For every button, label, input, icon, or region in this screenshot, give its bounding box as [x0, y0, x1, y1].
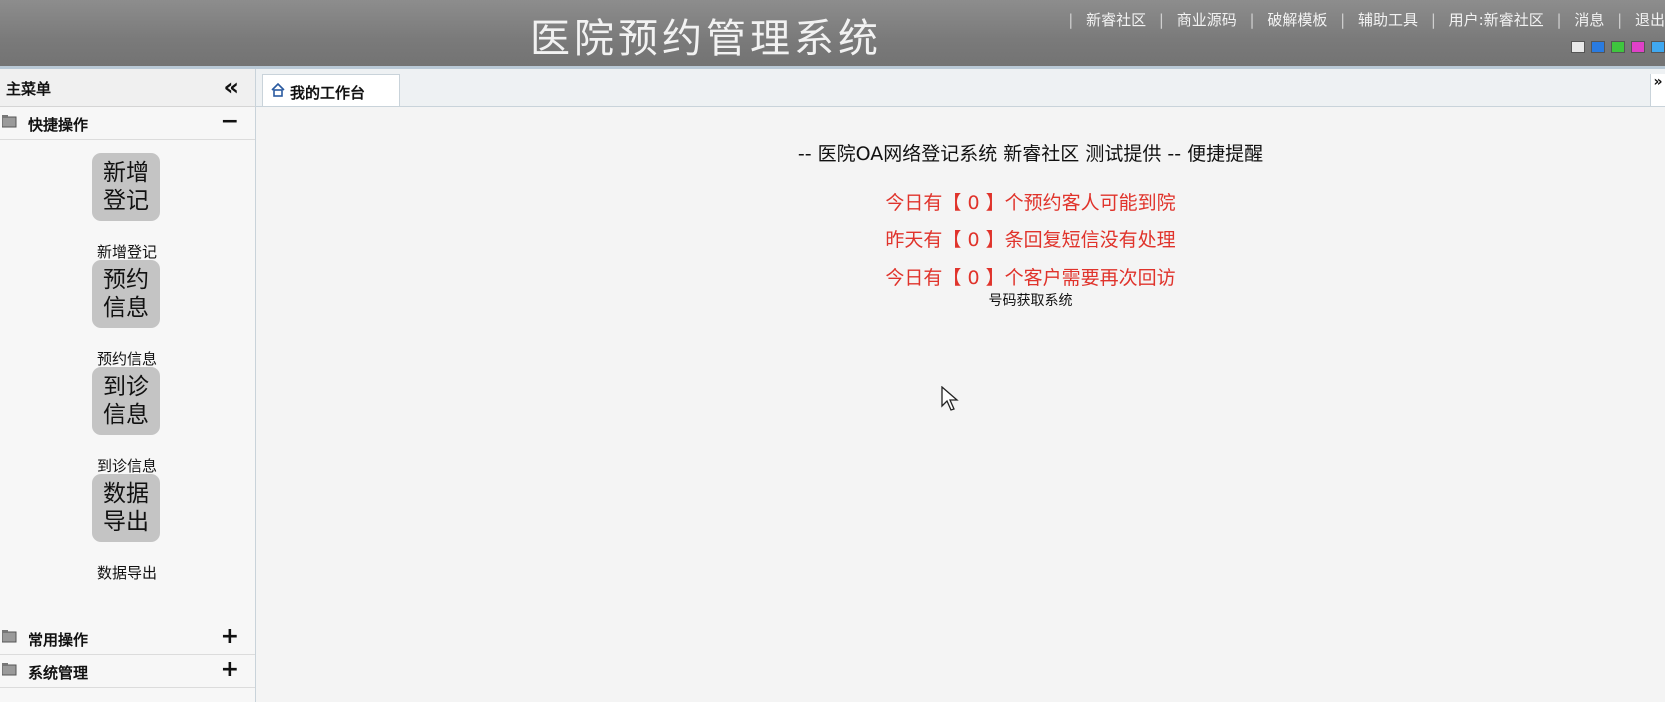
link-separator: |: [1556, 11, 1562, 29]
mouse-pointer-icon: [941, 386, 959, 411]
quick-button-new-registration[interactable]: 新增 登记: [92, 153, 160, 221]
skin-swatch-pink[interactable]: [1631, 41, 1645, 53]
folder-icon: [2, 115, 17, 128]
link-commercial-source[interactable]: 商业源码: [1177, 11, 1237, 29]
link-cracked-templates[interactable]: 破解模板: [1267, 11, 1327, 29]
quick-button-line: 预约: [103, 267, 149, 293]
skin-swatch-gray[interactable]: [1571, 41, 1585, 53]
tab-scroll-right-button[interactable]: »: [1650, 74, 1665, 106]
link-separator: |: [1340, 11, 1346, 29]
group-toggle-icon[interactable]: +: [221, 657, 239, 682]
quick-item-appointment-info[interactable]: 预约 信息 预约信息: [92, 260, 162, 368]
quick-item-caption: 预约信息: [96, 350, 157, 368]
skin-swatch-blue[interactable]: [1591, 41, 1605, 53]
quick-button-line: 信息: [103, 295, 149, 321]
user-info: 用户:新睿社区: [1448, 11, 1544, 29]
link-messages[interactable]: 消息: [1574, 11, 1604, 29]
skin-switcher: [1571, 41, 1665, 55]
sidebar: 主菜单 « 快捷操作 − 新增 登记 新增登记 预约 信息 预约信息 到诊 信息…: [0, 69, 256, 702]
logout-link[interactable]: 退出: [1635, 11, 1665, 29]
group-label: 常用操作: [28, 631, 89, 649]
quick-item-data-export[interactable]: 数据 导出 数据导出: [92, 474, 162, 582]
skin-swatch-lightblue[interactable]: [1651, 41, 1665, 53]
quick-items-panel: 新增 登记 新增登记 预约 信息 预约信息 到诊 信息 到诊信息 数据 导出 数…: [0, 140, 255, 622]
quick-button-line: 登记: [103, 188, 149, 214]
quick-item-caption: 到诊信息: [96, 457, 157, 475]
sidebar-title: 主菜单: [6, 80, 52, 98]
link-tools[interactable]: 辅助工具: [1358, 11, 1418, 29]
quick-button-line: 信息: [103, 402, 149, 428]
quick-button-visit-info[interactable]: 到诊 信息: [92, 367, 160, 435]
group-toggle-icon[interactable]: −: [221, 109, 239, 134]
tab-label: 我的工作台: [290, 84, 366, 102]
quick-button-line: 到诊: [103, 374, 149, 400]
quick-button-line: 新增: [103, 160, 149, 186]
collapse-sidebar-button[interactable]: «: [223, 73, 239, 101]
quick-button-appointment-info[interactable]: 预约 信息: [92, 260, 160, 328]
alert-followup-today[interactable]: 今日有【 0 】个客户需要再次回访: [256, 263, 1665, 290]
quick-item-caption: 新增登记: [96, 243, 157, 261]
tab-bar: 我的工作台 »: [256, 69, 1665, 107]
top-header: 医院预约管理系统 | 新睿社区 | 商业源码 | 破解模板 | 辅助工具 | 用…: [0, 0, 1665, 69]
alert-appointments-today[interactable]: 今日有【 0 】个预约客人可能到院: [256, 188, 1665, 215]
quick-button-line: 导出: [103, 509, 149, 535]
number-retrieval-link[interactable]: 号码获取系统: [256, 290, 1665, 310]
folder-icon: [2, 663, 17, 676]
link-separator: |: [1249, 11, 1255, 29]
main-content: -- 医院OA网络登记系统 新睿社区 测试提供 -- 便捷提醒 今日有【 0 】…: [256, 107, 1665, 702]
app-title: 医院预约管理系统: [530, 16, 882, 62]
quick-button-line: 数据: [103, 481, 149, 507]
link-separator: |: [1430, 11, 1436, 29]
group-system-management[interactable]: 系统管理 +: [0, 655, 255, 688]
quick-item-visit-info[interactable]: 到诊 信息 到诊信息: [92, 367, 162, 475]
group-common-operations[interactable]: 常用操作 +: [0, 622, 255, 655]
group-label: 系统管理: [28, 664, 89, 682]
link-xinrui-community[interactable]: 新睿社区: [1086, 11, 1146, 29]
quick-item-new-registration[interactable]: 新增 登记 新增登记: [92, 153, 162, 261]
alert-unhandled-sms[interactable]: 昨天有【 0 】条回复短信没有处理: [256, 225, 1665, 252]
link-separator: |: [1617, 11, 1623, 29]
quick-item-caption: 数据导出: [96, 564, 157, 582]
tab-my-workbench[interactable]: 我的工作台: [262, 74, 400, 106]
group-quick-operations[interactable]: 快捷操作 −: [0, 107, 255, 140]
quick-button-data-export[interactable]: 数据 导出: [92, 474, 160, 542]
link-separator: |: [1068, 11, 1074, 29]
sidebar-header: 主菜单 «: [0, 69, 255, 107]
skin-swatch-green[interactable]: [1611, 41, 1625, 53]
link-separator: |: [1158, 11, 1164, 29]
folder-icon: [2, 630, 17, 643]
group-toggle-icon[interactable]: +: [221, 624, 239, 649]
group-label: 快捷操作: [28, 116, 89, 134]
home-icon: [271, 83, 285, 97]
top-links: | 新睿社区 | 商业源码 | 破解模板 | 辅助工具 | 用户:新睿社区 | …: [1060, 9, 1665, 30]
notice-title: -- 医院OA网络登记系统 新睿社区 测试提供 -- 便捷提醒: [797, 143, 1264, 165]
